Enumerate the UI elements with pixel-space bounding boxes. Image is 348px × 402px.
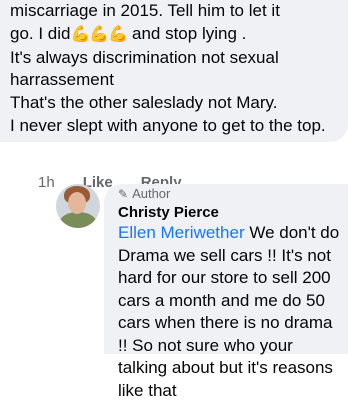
comment-line: miscarriage in 2015. Tell him to let it <box>10 1 280 20</box>
commenter-name[interactable]: Christy Pierce <box>118 204 219 221</box>
comment-timestamp[interactable]: 1h <box>38 174 55 191</box>
mention-link[interactable]: Ellen Meriwether <box>118 223 245 242</box>
comment-text: miscarriage in 2015. Tell him to let it … <box>10 0 346 138</box>
reply-text: Ellen Meriwether We don't do Drama we se… <box>118 223 340 400</box>
flexed-biceps-icon: 💪💪💪 <box>70 25 129 43</box>
avatar[interactable] <box>56 184 100 228</box>
comment-line: I never slept with anyone to get to the … <box>10 115 326 135</box>
pen-icon: ✎ <box>118 187 129 201</box>
comment-line: It's always discrimination not sexual ha… <box>10 47 279 90</box>
author-badge: ✎ Author <box>118 186 171 201</box>
comment-line: That's the other saleslady not Mary. <box>10 93 278 113</box>
reply-bubble: ✎ Author Christy Pierce Ellen Meriwether … <box>104 184 348 400</box>
comment-line: go. I did💪💪💪 and stop lying . <box>10 23 346 47</box>
